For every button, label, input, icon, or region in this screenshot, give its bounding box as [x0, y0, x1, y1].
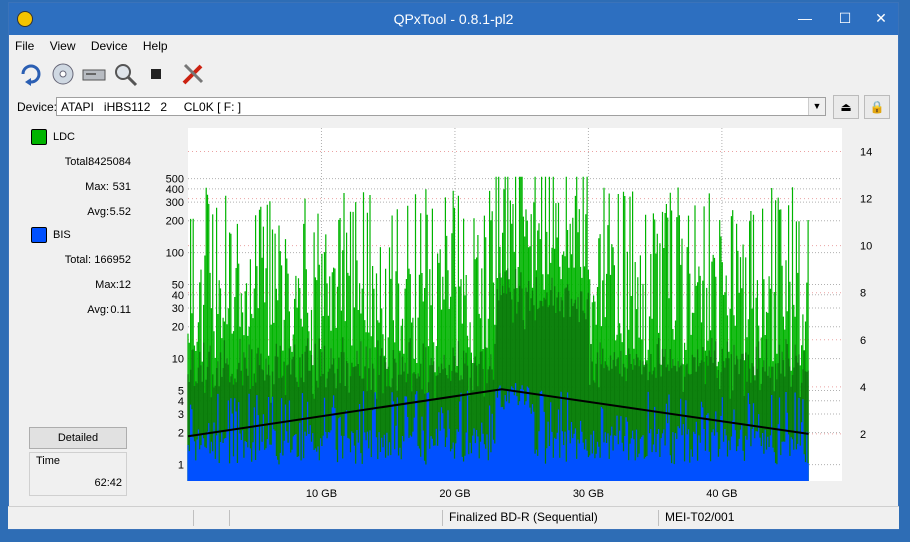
bis-total-label: Total:	[64, 254, 91, 266]
x-tick-label: 20 GB	[439, 488, 470, 500]
bis-max-label: Max:	[95, 279, 119, 291]
status-media-id: MEI-T02/001	[658, 510, 734, 526]
bis-max-value: 12	[118, 279, 131, 291]
y-left-tick-label: 300	[166, 197, 184, 209]
y-left-tick-label: 5	[178, 386, 184, 398]
title-bar: QPxTool - 0.8.1-pl2 — ☐ ✕	[9, 3, 898, 35]
device-select-value: ATAPI iHBS112 2 CL0K [ F: ]	[61, 100, 242, 114]
menu-help[interactable]: Help	[137, 36, 174, 53]
y-right-tick-label: 4	[860, 382, 866, 394]
y-right-tick-label: 14	[860, 147, 872, 159]
y-left-tick-label: 50	[172, 280, 184, 292]
time-box: Time 62:42	[29, 452, 127, 496]
ldc-bis-chart: 12345102030405010020030040050010 GB 20 GB…	[166, 128, 872, 500]
y-left-tick-label: 500	[166, 174, 184, 186]
eject-button[interactable]: ⏏	[833, 95, 859, 119]
app-window: QPxTool - 0.8.1-pl2 — ☐ ✕ File View Devi…	[8, 2, 899, 530]
ldc-swatch	[31, 129, 47, 145]
status-cell-2	[229, 510, 236, 526]
drive-icon[interactable]	[80, 60, 108, 88]
menu-file[interactable]: File	[9, 36, 40, 53]
ldc-total-value: 8425084	[88, 156, 131, 168]
stop-icon[interactable]	[142, 60, 170, 88]
status-bar: Finalized BD-R (Sequential) MEI-T02/001	[8, 506, 899, 529]
y-right-tick-label: 12	[860, 194, 872, 206]
ldc-avg-label: Avg:	[87, 206, 109, 218]
y-left-tick-label: 10	[172, 354, 184, 366]
y-left-tick-label: 3	[178, 409, 184, 421]
y-left-tick-label: 30	[172, 303, 184, 315]
lock-icon: 🔒	[869, 100, 885, 114]
x-tick-label: 40 GB	[706, 488, 737, 500]
bis-total-value: 166952	[94, 254, 131, 266]
chevron-down-icon[interactable]: ▼	[808, 98, 825, 115]
ldc-max-label: Max:	[85, 181, 109, 193]
bis-avg-value: 0.11	[110, 304, 131, 316]
bis-swatch	[31, 227, 47, 243]
ldc-avg-value: 5.52	[109, 206, 131, 218]
bis-legend-label: BIS	[53, 229, 71, 241]
lock-button[interactable]: 🔒	[864, 95, 890, 119]
close-button[interactable]: ✕	[858, 3, 904, 33]
time-value: 62:42	[94, 477, 122, 489]
x-tick-label: 10 GB	[306, 488, 337, 500]
menu-bar: File View Device Help	[9, 36, 898, 56]
x-tick-label: 30 GB	[573, 488, 604, 500]
status-disc-type: Finalized BD-R (Sequential)	[442, 510, 598, 526]
time-label: Time	[36, 455, 61, 467]
y-left-tick-label: 20	[172, 322, 184, 334]
ldc-legend-label: LDC	[53, 131, 76, 143]
y-left-tick-label: 4	[178, 396, 184, 408]
window-title: QPxTool - 0.8.1-pl2	[393, 11, 514, 27]
refresh-icon[interactable]	[17, 60, 45, 88]
y-left-tick-label: 200	[166, 216, 184, 228]
y-right-tick-label: 6	[860, 335, 866, 347]
chart-area: 1 2 3 4 5 10 20 30 40 50 100 200 300 400 500 10 GB 20 GB…	[144, 124, 874, 504]
menu-view[interactable]: View	[44, 36, 82, 53]
tools-icon[interactable]	[179, 60, 207, 88]
y-left-tick-label: 2	[178, 428, 184, 440]
detailed-button[interactable]: Detailed	[29, 427, 127, 449]
disc-info-icon[interactable]	[49, 60, 77, 88]
y-left-tick-label: 40	[172, 290, 184, 302]
y-left-tick-label: 100	[166, 248, 184, 260]
toolbar	[9, 58, 898, 90]
y-left-tick-label: 400	[166, 184, 184, 196]
y-left-tick-label: 1	[178, 460, 184, 472]
y-right-tick-label: 2	[860, 429, 866, 441]
menu-device[interactable]: Device	[85, 36, 134, 53]
y-right-tick-label: 10	[860, 241, 872, 253]
bis-avg-label: Avg:	[87, 304, 109, 316]
y-right-tick-label: 8	[860, 288, 866, 300]
ldc-total-label: Total:	[64, 156, 91, 168]
device-select[interactable]: ATAPI iHBS112 2 CL0K [ F: ] ▼	[56, 97, 826, 116]
device-row: Device: ATAPI iHBS112 2 CL0K [ F: ] ▼ ⏏ …	[9, 95, 898, 119]
device-label: Device:	[17, 100, 58, 114]
status-cell-1	[193, 510, 200, 526]
ldc-max-value: 531	[112, 181, 131, 193]
scan-icon[interactable]	[111, 60, 139, 88]
eject-icon: ⏏	[840, 100, 852, 114]
